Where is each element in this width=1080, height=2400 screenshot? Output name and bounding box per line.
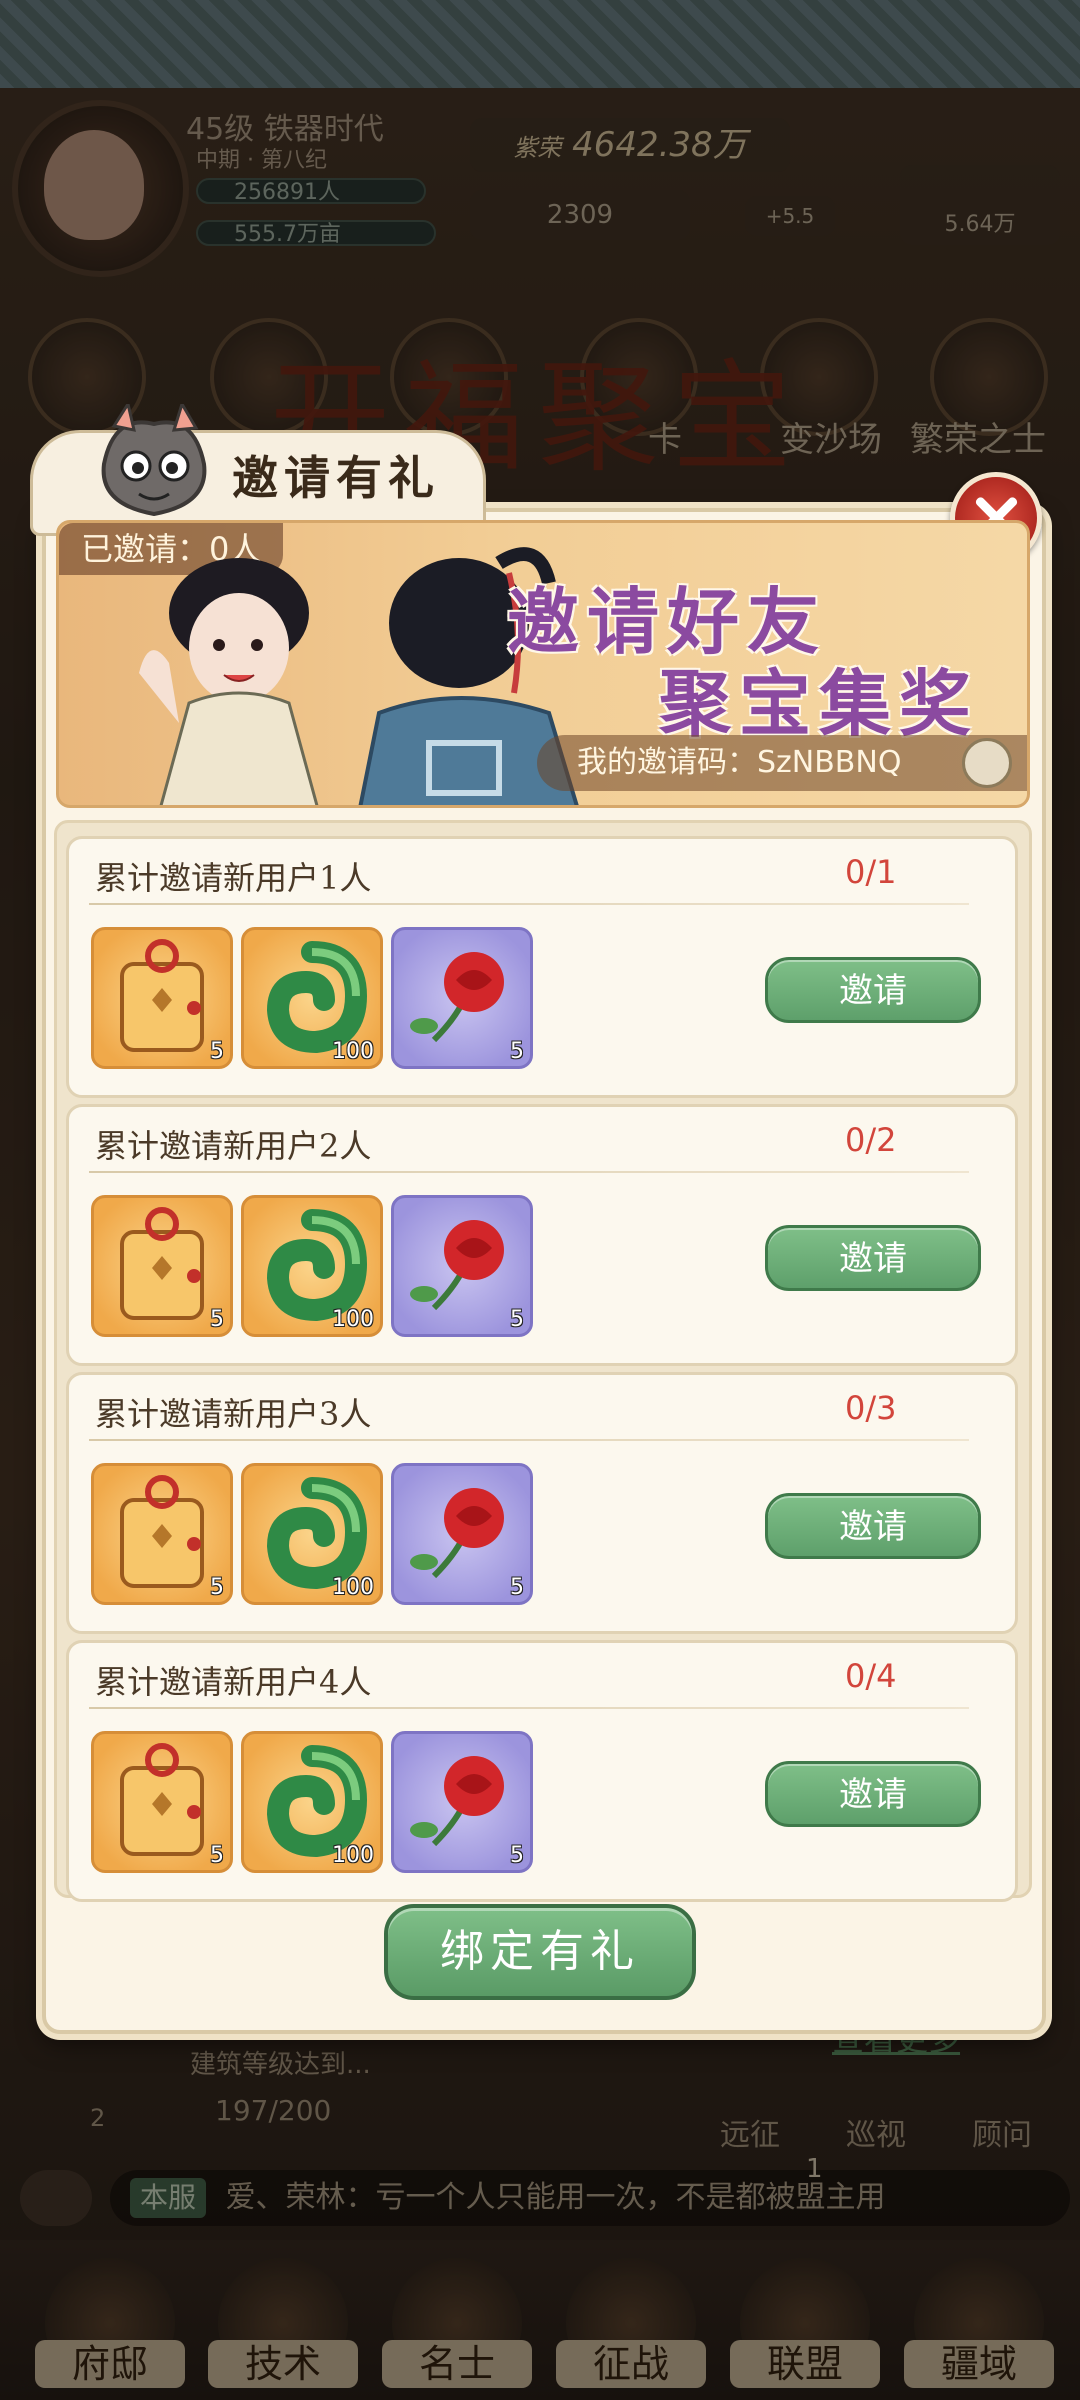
invite-button[interactable]: 邀请 xyxy=(765,1493,981,1559)
reward-row: 累计邀请新用户2人 0/2 5 100 5 邀请 xyxy=(66,1104,1018,1366)
invite-button[interactable]: 邀请 xyxy=(765,1225,981,1291)
reward-item-count: 5 xyxy=(510,1843,524,1868)
reward-item-count: 5 xyxy=(510,1575,524,1600)
reward-item-count: 5 xyxy=(210,1843,224,1868)
modal-title: 邀请有礼 xyxy=(232,451,440,505)
reward-row-progress: 0/1 xyxy=(845,853,897,891)
reward-row-progress: 0/4 xyxy=(845,1657,897,1695)
reward-row: 累计邀请新用户3人 0/3 5 100 5 邀请 xyxy=(66,1372,1018,1634)
reward-row-title: 累计邀请新用户3人 xyxy=(95,1395,372,1433)
reward-item-count: 5 xyxy=(210,1307,224,1332)
reward-item-slot[interactable]: 5 xyxy=(391,1463,533,1605)
reward-item-slot[interactable]: 5 xyxy=(391,1731,533,1873)
reward-item-slot[interactable]: 5 xyxy=(391,927,533,1069)
reward-item-count: 5 xyxy=(510,1307,524,1332)
invite-banner: 已邀请：0人 邀请好友 聚宝集奖 我的邀请码：SzNBBNQ xyxy=(56,520,1030,808)
reward-item-slot[interactable]: 100 xyxy=(241,1463,383,1605)
reward-item-slot[interactable]: 5 xyxy=(91,1731,233,1873)
invite-code: 我的邀请码：SzNBBNQ xyxy=(537,735,1027,791)
girl-character-illustration xyxy=(139,558,319,805)
bind-gift-button[interactable]: 绑定有礼 xyxy=(384,1904,696,2000)
reward-row: 累计邀请新用户1人 0/1 5 100 5 邀请 xyxy=(66,836,1018,1098)
reward-row-progress: 0/2 xyxy=(845,1121,897,1159)
reward-item-slot[interactable]: 100 xyxy=(241,927,383,1069)
invite-button[interactable]: 邀请 xyxy=(765,957,981,1023)
invite-button[interactable]: 邀请 xyxy=(765,1761,981,1827)
reward-item-count: 100 xyxy=(332,1575,374,1600)
row-divider xyxy=(89,1171,969,1173)
reward-item-count: 5 xyxy=(210,1575,224,1600)
reward-item-slot[interactable]: 5 xyxy=(91,1195,233,1337)
reward-row-title: 累计邀请新用户1人 xyxy=(95,859,372,897)
row-divider xyxy=(89,1439,969,1441)
reward-item-count: 100 xyxy=(332,1843,374,1868)
reward-row-title: 累计邀请新用户4人 xyxy=(95,1663,372,1701)
reward-item-slot[interactable]: 5 xyxy=(91,1463,233,1605)
dragon-mascot-icon xyxy=(101,404,207,517)
row-divider xyxy=(89,903,969,905)
reward-row: 累计邀请新用户4人 0/4 5 100 5 邀请 xyxy=(66,1640,1018,1902)
reward-item-slot[interactable]: 5 xyxy=(91,927,233,1069)
copy-code-icon[interactable] xyxy=(962,738,1012,788)
row-divider xyxy=(89,1707,969,1709)
reward-item-slot[interactable]: 5 xyxy=(391,1195,533,1337)
reward-item-slot[interactable]: 100 xyxy=(241,1731,383,1873)
reward-row-progress: 0/3 xyxy=(845,1389,897,1427)
reward-item-count: 5 xyxy=(210,1039,224,1064)
reward-row-title: 累计邀请新用户2人 xyxy=(95,1127,372,1165)
reward-item-count: 5 xyxy=(510,1039,524,1064)
reward-item-slot[interactable]: 100 xyxy=(241,1195,383,1337)
reward-item-count: 100 xyxy=(332,1307,374,1332)
reward-item-count: 100 xyxy=(332,1039,374,1064)
status-bar xyxy=(0,0,1080,88)
